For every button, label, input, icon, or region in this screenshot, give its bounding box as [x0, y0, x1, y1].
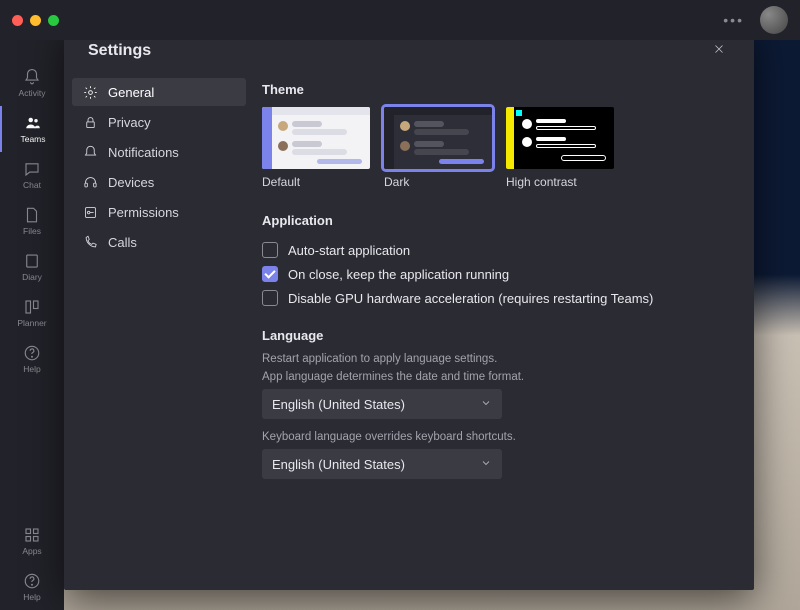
settings-nav-label: Permissions: [108, 205, 179, 220]
chevron-down-icon: [480, 457, 492, 472]
titlebar: •••: [0, 0, 800, 40]
overflow-menu-button[interactable]: •••: [723, 12, 744, 28]
rail-item-help-mid[interactable]: Help: [0, 336, 64, 382]
theme-label-dark: Dark: [384, 175, 492, 189]
settings-nav-devices[interactable]: Devices: [72, 168, 246, 196]
rail-item-apps[interactable]: Apps: [0, 518, 64, 564]
minimize-window-button[interactable]: [30, 15, 41, 26]
settings-nav-privacy[interactable]: Privacy: [72, 108, 246, 136]
checkbox-icon: [262, 242, 278, 258]
chevron-down-icon: [480, 397, 492, 412]
rail-item-files[interactable]: Files: [0, 198, 64, 244]
rail-label-apps: Apps: [22, 546, 41, 556]
select-value: English (United States): [272, 457, 405, 472]
window-traffic-lights: [12, 15, 59, 26]
people-icon: [24, 114, 42, 132]
rail-label-activity: Activity: [19, 88, 46, 98]
theme-label-high-contrast: High contrast: [506, 175, 614, 189]
app-language-select[interactable]: English (United States): [262, 389, 502, 419]
rail-label-chat: Chat: [23, 180, 41, 190]
settings-nav-label: Calls: [108, 235, 137, 250]
settings-nav-label: General: [108, 85, 154, 100]
settings-nav-permissions[interactable]: Permissions: [72, 198, 246, 226]
settings-title: Settings: [88, 42, 151, 60]
maximize-window-button[interactable]: [48, 15, 59, 26]
rail-item-teams[interactable]: Teams: [0, 106, 64, 152]
rail-item-help[interactable]: Help: [0, 564, 64, 610]
checkbox-label: Auto-start application: [288, 243, 410, 258]
key-icon: [82, 204, 98, 220]
settings-content: Theme Default: [254, 74, 754, 590]
keyboard-language-hint: Keyboard language overrides keyboard sho…: [262, 431, 730, 443]
help-icon: [23, 572, 41, 590]
headset-icon: [82, 174, 98, 190]
checkbox-keep-running[interactable]: On close, keep the application running: [262, 262, 730, 286]
theme-heading: Theme: [262, 82, 730, 97]
theme-options: Default Dark: [262, 107, 730, 189]
settings-nav-notifications[interactable]: Notifications: [72, 138, 246, 166]
help-icon: [23, 344, 41, 362]
select-value: English (United States): [272, 397, 405, 412]
checkbox-disable-gpu[interactable]: Disable GPU hardware acceleration (requi…: [262, 286, 730, 310]
bell-icon: [23, 68, 41, 86]
language-heading: Language: [262, 328, 730, 343]
phone-icon: [82, 234, 98, 250]
rail-label-help-mid: Help: [23, 364, 40, 374]
settings-modal: Settings General Privacy Notifications D…: [64, 24, 754, 590]
rail-label-files: Files: [23, 226, 41, 236]
app-rail: Activity Teams Chat Files Diary Planner …: [0, 20, 64, 610]
theme-label-default: Default: [262, 175, 370, 189]
lock-icon: [82, 114, 98, 130]
rail-label-help: Help: [23, 592, 40, 602]
checkbox-icon: [262, 266, 278, 282]
app-language-hint: App language determines the date and tim…: [262, 371, 730, 383]
rail-label-diary: Diary: [22, 272, 42, 282]
rail-label-planner: Planner: [17, 318, 46, 328]
board-icon: [23, 298, 41, 316]
app-icon: [23, 252, 41, 270]
theme-default[interactable]: Default: [262, 107, 370, 189]
theme-dark[interactable]: Dark: [384, 107, 492, 189]
rail-item-diary[interactable]: Diary: [0, 244, 64, 290]
checkbox-label: Disable GPU hardware acceleration (requi…: [288, 291, 653, 306]
chat-icon: [23, 160, 41, 178]
rail-label-teams: Teams: [20, 134, 45, 144]
checkbox-auto-start[interactable]: Auto-start application: [262, 238, 730, 262]
settings-nav-label: Devices: [108, 175, 154, 190]
theme-high-contrast[interactable]: High contrast: [506, 107, 614, 189]
checkbox-icon: [262, 290, 278, 306]
apps-icon: [23, 526, 41, 544]
checkbox-label: On close, keep the application running: [288, 267, 509, 282]
settings-nav: General Privacy Notifications Devices Pe…: [64, 74, 254, 590]
rail-item-chat[interactable]: Chat: [0, 152, 64, 198]
rail-item-planner[interactable]: Planner: [0, 290, 64, 336]
rail-item-activity[interactable]: Activity: [0, 60, 64, 106]
settings-nav-label: Notifications: [108, 145, 179, 160]
language-restart-hint: Restart application to apply language se…: [262, 353, 730, 365]
keyboard-language-select[interactable]: English (United States): [262, 449, 502, 479]
close-window-button[interactable]: [12, 15, 23, 26]
files-icon: [23, 206, 41, 224]
close-icon[interactable]: [712, 42, 730, 60]
settings-nav-calls[interactable]: Calls: [72, 228, 246, 256]
user-avatar[interactable]: [760, 6, 788, 34]
settings-nav-label: Privacy: [108, 115, 151, 130]
application-heading: Application: [262, 213, 730, 228]
gear-icon: [82, 84, 98, 100]
bell-icon: [82, 144, 98, 160]
settings-nav-general[interactable]: General: [72, 78, 246, 106]
